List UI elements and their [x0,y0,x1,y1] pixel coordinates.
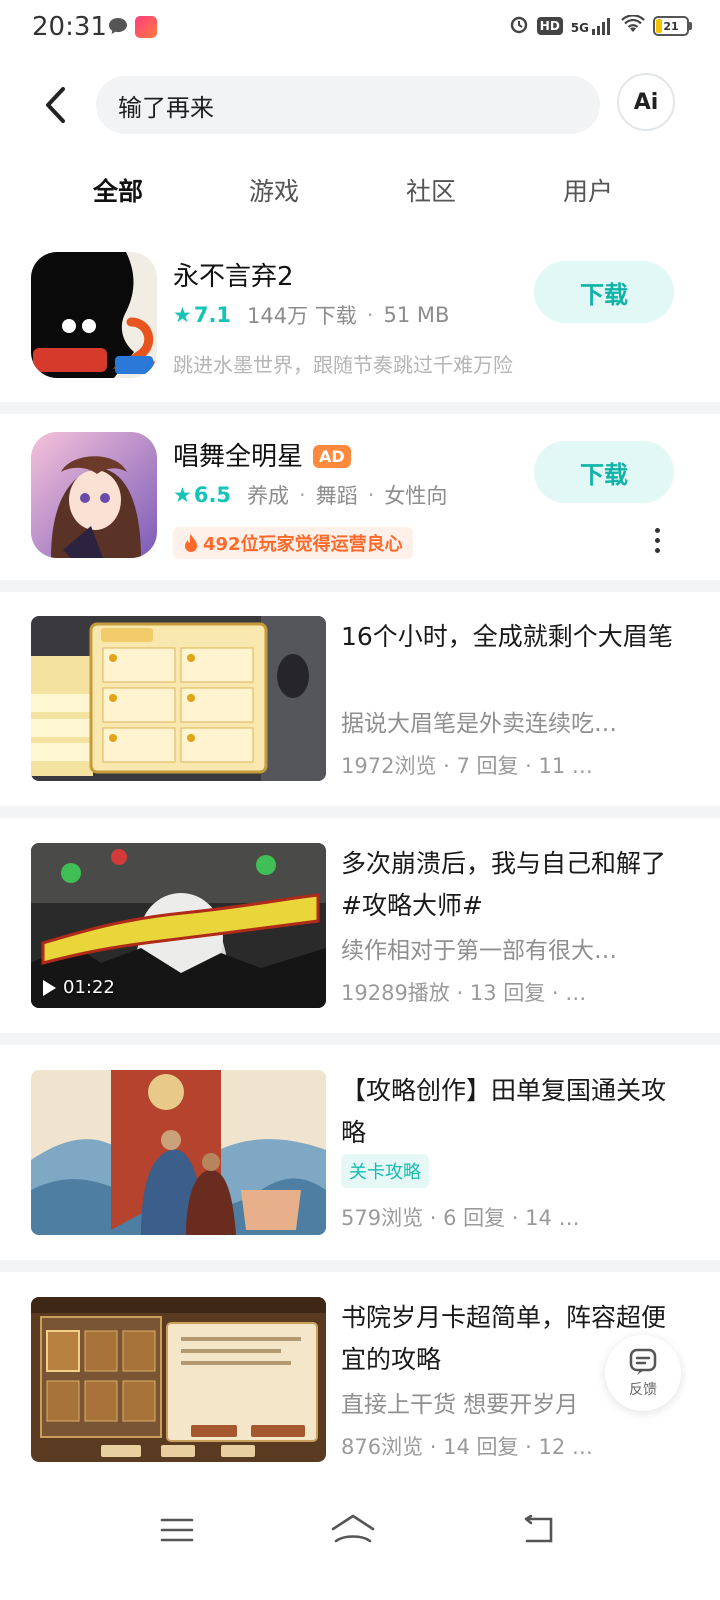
ai-assistant-button[interactable]: Ai [617,73,675,131]
hot-comment-text: 492位玩家觉得运营良心 [203,534,403,555]
video-duration: 01:22 [41,977,115,998]
play-icon [43,979,56,996]
app-icon-never-give-up-2 [31,252,157,378]
battery-icon: 21 [653,16,692,36]
back-nav-button[interactable] [512,1510,562,1550]
post-title: 16个小时，全成就剩个大眉笔 [341,622,673,651]
app-meta: ★ 6.5 养成 · 舞蹈 · 女性向 [173,480,447,510]
hot-comment-badge: 492位玩家觉得运营良心 [173,527,413,559]
menu-button[interactable] [152,1510,202,1550]
alarm-icon [509,14,529,38]
post-description: 续作相对于第一部有很大… [341,938,617,964]
app-result-2[interactable]: 唱舞全明星 AD ★ 6.5 养成 · 舞蹈 · 女性向 492位玩家觉得运营良心… [0,432,720,572]
app-notification-icon [135,16,157,38]
app-size: 51 MB [383,303,450,327]
section-divider [0,580,720,592]
feedback-icon [629,1348,657,1375]
ad-badge: AD [313,445,351,468]
app-meta: ★ 7.1 144万 下载 · 51 MB [173,300,449,330]
tab-all[interactable]: 全部 [58,172,178,208]
back-arrow-icon [46,87,65,123]
duration-text: 01:22 [63,977,115,998]
search-header: 输了再来 Ai [0,70,720,140]
app-tag: 养成 [247,484,290,508]
section-divider [0,1260,720,1272]
search-query: 输了再来 [118,93,214,122]
signal-icon: 5G [571,17,613,35]
home-button[interactable] [328,1510,378,1550]
post-thumbnail [31,1297,326,1462]
app-tag: 女性向 [384,484,448,508]
battery-level: 21 [663,19,679,33]
post-description: 据说大眉笔是外卖连续吃… [341,711,617,737]
tab-games[interactable]: 游戏 [214,172,334,208]
post-video-thumbnail: 01:22 [31,843,326,1008]
post-thumbnail [31,616,326,781]
app-title: 唱舞全明星 [173,442,304,472]
post-result-3[interactable]: 【攻略创作】田单复国通关攻略 关卡攻略 579浏览 · 6 回复 · 14 … [0,1070,720,1240]
ai-label: Ai [633,89,659,115]
app-name: 永不言弃2 [173,262,294,292]
app-name: 唱舞全明星 AD [173,436,351,473]
post-thumbnail [31,1070,326,1235]
status-time: 20:31 [32,12,107,42]
section-divider [0,402,720,414]
tab-community[interactable]: 社区 [371,172,491,208]
star-icon: ★ [173,303,192,327]
post-title: 多次崩溃后，我与自己和解了#攻略大师# [341,849,667,920]
post-stats: 579浏览 · 6 回复 · 14 … [341,1206,580,1230]
tab-users[interactable]: 用户 [528,172,648,208]
app-result-1[interactable]: 永不言弃2 ★ 7.1 144万 下载 · 51 MB 跳进水墨世界，跟随节奏跳… [0,252,720,392]
section-divider [0,806,720,818]
app-tag: 舞蹈 [315,484,358,508]
status-icons: HD 5G 21 [509,14,692,38]
star-icon: ★ [173,483,192,507]
result-tabs: 全部 游戏 社区 用户 [0,166,720,226]
search-input[interactable]: 输了再来 [96,76,600,134]
home-icon [331,1514,375,1543]
status-bar: 20:31 HD 5G 21 [0,0,720,58]
post-category-tag[interactable]: 关卡攻略 [341,1154,429,1188]
flame-icon [185,534,197,552]
post-stats: 19289播放 · 13 回复 · … [341,981,587,1005]
back-button[interactable] [34,80,78,130]
menu-icon [160,1518,194,1542]
post-stats: 1972浏览 · 7 回复 · 11 … [341,754,593,778]
download-button[interactable]: 下载 [534,261,674,323]
post-title: 【攻略创作】田单复国通关攻略 [341,1076,667,1147]
post-result-2[interactable]: 01:22 多次崩溃后，我与自己和解了#攻略大师# 续作相对于第一部有很大… 1… [0,843,720,1013]
message-notification-icon [108,17,128,39]
feedback-button[interactable]: 反馈 [605,1335,681,1411]
app-rating: 7.1 [193,303,232,327]
network-type: 5G [570,21,589,35]
post-stats: 876浏览 · 14 回复 · 12 … [341,1435,593,1459]
download-button[interactable]: 下载 [534,441,674,503]
feedback-label: 反馈 [629,1382,657,1398]
app-description: 跳进水墨世界，跟随节奏跳过千难万险 [173,353,513,377]
app-downloads: 144万 下载 [247,304,357,328]
app-icon-dance-all-stars [31,432,157,558]
system-navigation-bar [0,1490,720,1570]
section-divider [0,1033,720,1045]
more-options-icon[interactable] [648,525,666,555]
post-result-1[interactable]: 16个小时，全成就剩个大眉笔 据说大眉笔是外卖连续吃… 1972浏览 · 7 回… [0,616,720,786]
app-rating: 6.5 [193,483,232,507]
wifi-icon [621,14,645,37]
battery-body: 21 [653,16,689,36]
return-icon [524,1515,553,1543]
post-description: 直接上干货 想要开岁月 [341,1392,579,1418]
hd-icon: HD [536,17,563,35]
